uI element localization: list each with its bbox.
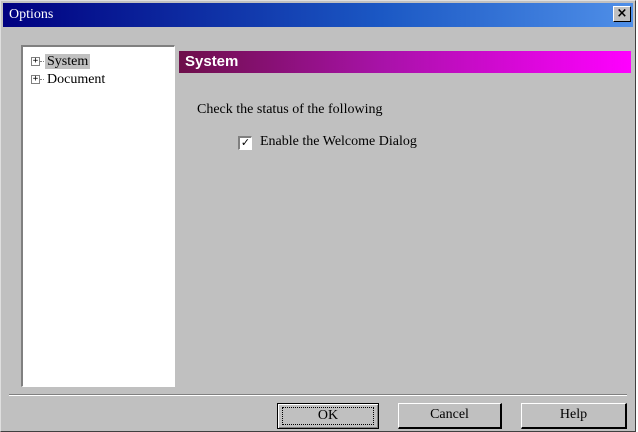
options-dialog: Options × + System + Document System Check… — [0, 0, 636, 432]
tree-item-document[interactable]: + Document — [31, 72, 107, 88]
ok-button-label: OK — [282, 407, 374, 425]
tree-item-system[interactable]: + System — [31, 54, 91, 70]
welcome-dialog-label[interactable]: Enable the Welcome Dialog — [260, 134, 417, 150]
checkmark-icon: ✓ — [240, 136, 251, 149]
footer-separator — [9, 394, 627, 396]
title-bar[interactable]: Options × — [3, 3, 633, 27]
panel-title: System — [185, 53, 239, 70]
help-button[interactable]: Help — [521, 403, 627, 429]
ok-button[interactable]: OK — [277, 403, 379, 429]
tree-expand-icon[interactable]: + — [31, 57, 40, 67]
tree-item-label: System — [45, 54, 91, 69]
cancel-button[interactable]: Cancel — [398, 403, 502, 429]
tree-connector — [40, 61, 44, 63]
close-icon: × — [616, 6, 628, 21]
tree-expand-icon[interactable]: + — [31, 75, 40, 85]
welcome-dialog-checkbox[interactable]: ✓ — [238, 136, 252, 150]
window-title: Options — [9, 7, 54, 22]
status-instruction: Check the status of the following — [197, 102, 383, 117]
tree-item-label: Document — [47, 72, 106, 87]
close-button[interactable]: × — [613, 6, 631, 22]
tree-connector — [40, 79, 44, 81]
options-tree[interactable]: + System + Document — [21, 45, 175, 387]
panel-header: System — [179, 51, 631, 73]
